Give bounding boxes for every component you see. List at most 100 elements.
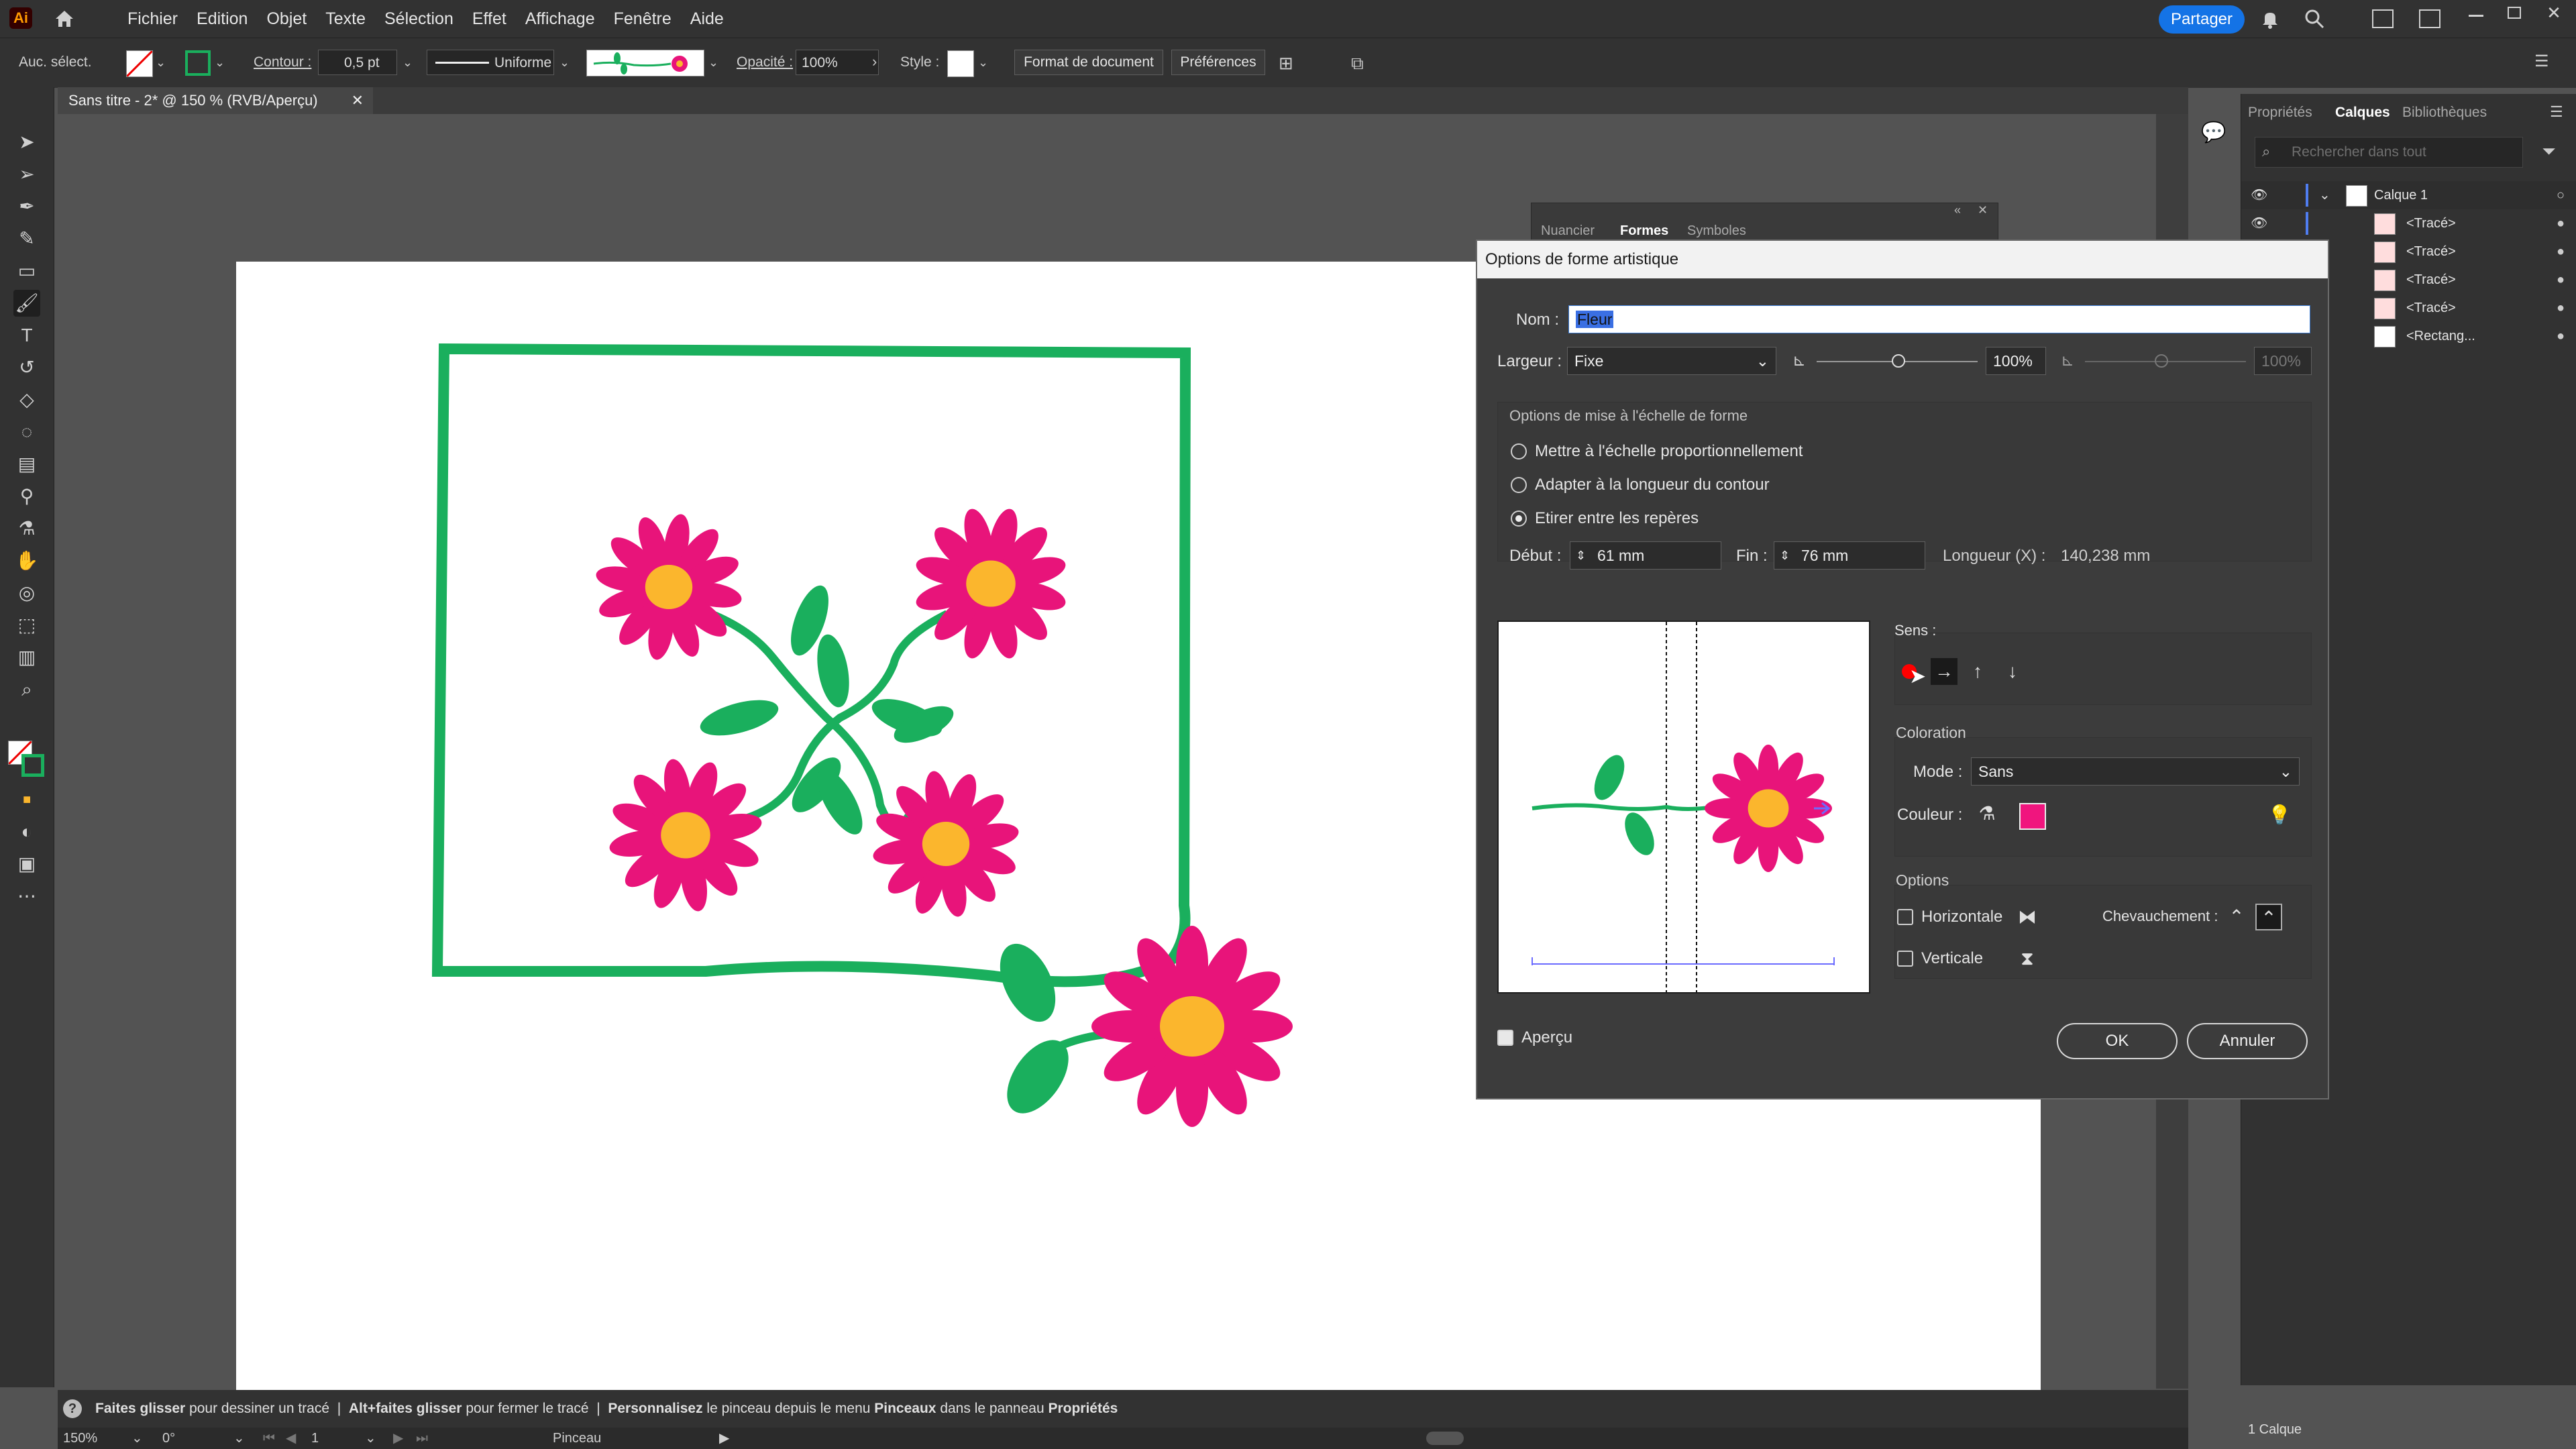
width-slider-handle[interactable]	[1892, 354, 1905, 368]
direction-down-icon[interactable]: ↓	[1999, 658, 2026, 685]
radio-stretch-guides-label[interactable]: Etirer entre les repères	[1535, 509, 1699, 528]
next-artboard-icon[interactable]: ▶	[393, 1428, 403, 1449]
lasso-tool-icon[interactable]: ◌	[13, 419, 40, 445]
expand-chevron-icon[interactable]: ⌄	[2319, 181, 2330, 209]
fill-stroke-proxy[interactable]	[7, 739, 47, 780]
rectangle-tool-icon[interactable]: ▭	[13, 258, 40, 284]
draw-mode-icon[interactable]: ◐	[13, 818, 40, 845]
key-color-swatch[interactable]	[2019, 803, 2046, 830]
brush-dropdown[interactable]: ⌄	[708, 56, 718, 70]
layer-name[interactable]: Calque 1	[2374, 181, 2428, 209]
stepper-icon[interactable]: ⇕	[1576, 542, 1586, 569]
tab-nuancier[interactable]: Nuancier	[1541, 223, 1595, 239]
paintbrush-tool-icon[interactable]: 🖌	[13, 290, 40, 317]
type-tool-icon[interactable]: T	[13, 322, 40, 349]
restore-icon[interactable]	[2508, 7, 2521, 19]
search-icon[interactable]	[2304, 8, 2325, 30]
menu-objet[interactable]: Objet	[257, 0, 316, 38]
target-circle-icon[interactable]: ●	[2557, 209, 2565, 237]
name-field[interactable]: Fleur	[1568, 305, 2310, 333]
brush-definition[interactable]	[586, 50, 704, 76]
radio-fit-length-label[interactable]: Adapter à la longueur du contour	[1535, 476, 1770, 494]
item-name[interactable]: <Tracé>	[2406, 209, 2456, 237]
radio-proportional[interactable]	[1511, 443, 1527, 460]
width-mode-select[interactable]: Fixe ⌄	[1567, 347, 1776, 375]
flip-vertical-label[interactable]: Verticale	[1921, 949, 1983, 968]
direction-right-icon[interactable]: →	[1931, 658, 1957, 685]
menu-edition[interactable]: Edition	[187, 0, 257, 38]
home-icon[interactable]	[52, 7, 76, 31]
more-tools-icon[interactable]: ⋯	[13, 883, 40, 910]
target-circle-icon[interactable]: ●	[2557, 266, 2565, 294]
share-button[interactable]: Partager	[2159, 5, 2245, 34]
visibility-eye-icon[interactable]: 👁	[2251, 181, 2267, 209]
horizontal-scroll-thumb[interactable]	[1426, 1432, 1464, 1445]
stroke-dropdown-icon[interactable]: ⌄	[215, 56, 225, 70]
style-swatch[interactable]	[947, 50, 974, 77]
tab-libraries[interactable]: Bibliothèques	[2402, 105, 2487, 121]
radio-fit-length[interactable]	[1511, 477, 1527, 493]
layer-item-row[interactable]: 👁 <Tracé> ●	[2241, 209, 2576, 237]
preview-label[interactable]: Aperçu	[1521, 1028, 1572, 1047]
layers-search-field[interactable]: ⌕ Rechercher dans tout	[2255, 137, 2523, 168]
menu-fenetre[interactable]: Fenêtre	[604, 0, 681, 38]
overlap-no-adjust-icon[interactable]: ⌃	[2255, 904, 2282, 930]
eyedropper-tool-icon[interactable]: ⚗	[13, 515, 40, 542]
target-circle-icon[interactable]: ●	[2557, 322, 2565, 350]
zoom-field[interactable]: 150%	[63, 1428, 97, 1449]
width-percent-field[interactable]: 100%	[1986, 347, 2046, 375]
cancel-button[interactable]: Annuler	[2187, 1023, 2308, 1059]
menu-fichier[interactable]: Fichier	[118, 0, 187, 38]
tab-properties[interactable]: Propriétés	[2248, 105, 2312, 121]
artboard-tool-icon[interactable]: ⬚	[13, 612, 40, 639]
item-name[interactable]: <Tracé>	[2406, 294, 2456, 322]
end-field[interactable]: ⇕ 76 mm	[1774, 541, 1925, 570]
curvature-tool-icon[interactable]: ✎	[13, 225, 40, 252]
document-tab[interactable]: Sans titre - 2* @ 150 % (RVB/Aperçu) ✕	[58, 87, 373, 114]
arrange-icon[interactable]	[2419, 9, 2440, 28]
blend-tool-icon[interactable]: ⚲	[13, 483, 40, 510]
menu-affichage[interactable]: Affichage	[516, 0, 604, 38]
stroke-swatch[interactable]	[185, 50, 211, 76]
target-circle-icon[interactable]: ●	[2557, 294, 2565, 322]
panel-menu-icon[interactable]: ☰	[2534, 52, 2549, 71]
tips-lightbulb-icon[interactable]: 💡	[2266, 802, 2293, 828]
opacity-field[interactable]: 100%	[796, 50, 879, 75]
start-field[interactable]: ⇕ 61 mm	[1570, 541, 1721, 570]
shape-builder-tool-icon[interactable]: ◎	[13, 580, 40, 606]
brush-preview[interactable]	[1497, 621, 1870, 994]
target-circle-icon[interactable]: ●	[2557, 237, 2565, 266]
fill-dropdown-icon[interactable]: ⌄	[156, 56, 166, 70]
stroke-proxy[interactable]	[21, 754, 44, 777]
help-icon[interactable]: ?	[63, 1399, 82, 1418]
collapse-icon[interactable]: «	[1954, 203, 1961, 217]
eyedropper-icon[interactable]: ⚗	[1974, 800, 2000, 827]
tab-symboles[interactable]: Symboles	[1687, 223, 1746, 239]
target-circle-icon[interactable]: ○	[2557, 181, 2565, 209]
flip-horizontal-label[interactable]: Horizontale	[1921, 908, 2002, 926]
zoom-dropdown-icon[interactable]: ⌄	[131, 1428, 143, 1449]
pen-tool-icon[interactable]: ✒	[13, 193, 40, 220]
layer-row-calque-1[interactable]: 👁 ⌄ Calque 1 ○	[2241, 181, 2576, 209]
menu-selection[interactable]: Sélection	[375, 0, 463, 38]
profile-dropdown[interactable]: ⌄	[559, 56, 570, 70]
bell-icon[interactable]	[2259, 8, 2281, 30]
prev-artboard-icon[interactable]: ◀	[286, 1428, 296, 1449]
status-arrow-icon[interactable]: ▶	[719, 1428, 729, 1449]
align-options-icon[interactable]: ⊞	[1279, 52, 1301, 74]
close-icon[interactable]: ✕	[2545, 4, 2563, 21]
rotate-tool-icon[interactable]: ↺	[13, 354, 40, 381]
rotation-dropdown-icon[interactable]: ⌄	[233, 1428, 245, 1449]
menu-texte[interactable]: Texte	[316, 0, 375, 38]
preferences-button[interactable]: Préférences	[1171, 50, 1265, 75]
stepper-icon[interactable]: ⇕	[1780, 542, 1790, 569]
tab-formes[interactable]: Formes	[1620, 223, 1668, 239]
ok-button[interactable]: OK	[2057, 1023, 2178, 1059]
preview-checkbox[interactable]	[1497, 1030, 1513, 1046]
variable-width-profile[interactable]: Uniforme	[427, 50, 554, 75]
mode-select[interactable]: Sans ⌄	[1971, 757, 2300, 786]
item-name[interactable]: <Tracé>	[2406, 237, 2456, 266]
direction-up-icon[interactable]: ↑	[1964, 658, 1991, 685]
flip-vertical-checkbox[interactable]	[1897, 951, 1913, 967]
graph-tool-icon[interactable]: ▥	[13, 644, 40, 671]
